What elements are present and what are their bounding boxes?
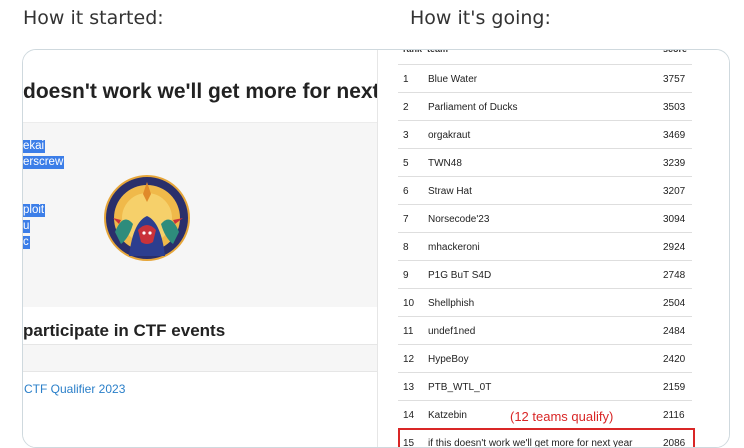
rank-cell: 13 (403, 382, 415, 393)
event-link[interactable]: CTF Qualifier 2023 (24, 382, 125, 396)
team-cell: orgakraut (428, 130, 471, 141)
selected-member-text: c (23, 236, 30, 249)
scoreboard-row: 8 mhackeroni 2924 (398, 232, 692, 260)
team-cell: Straw Hat (428, 186, 472, 197)
score-cell: 3503 (663, 102, 686, 113)
scoreboard-row: 6 Straw Hat 3207 (398, 176, 692, 204)
team-cell: Shellphish (428, 298, 475, 309)
qualify-annotation: (12 teams qualify) (510, 409, 614, 424)
team-profile-screenshot: doesn't work we'll get more for next eka… (23, 50, 377, 447)
rank-cell: 2 (403, 102, 409, 113)
scoreboard-row: 2 Parliament of Ducks 3503 (398, 92, 692, 120)
rank-cell: 12 (403, 354, 415, 365)
team-name-title: doesn't work we'll get more for next (23, 80, 377, 103)
scoreboard-row: 10 Shellphish 2504 (398, 288, 692, 316)
score-cell: 2504 (663, 298, 686, 309)
team-cell: HypeBoy (428, 354, 469, 365)
score-column-header: score (663, 50, 687, 54)
scoreboard-row: 13 PTB_WTL_0T 2159 (398, 372, 692, 400)
highlight-box (398, 428, 695, 447)
participate-heading: participate in CTF events (23, 321, 226, 340)
team-cell: PTB_WTL_0T (428, 382, 492, 393)
rank-cell: 10 (403, 298, 415, 309)
team-cell: TWN48 (428, 158, 462, 169)
team-cell: Norsecode'23 (428, 214, 490, 225)
score-cell: 2924 (663, 242, 686, 253)
selected-member-text: ploit (23, 204, 46, 217)
rank-cell: 8 (403, 242, 409, 253)
scoreboard-screenshot: rank team score 1 Blue Water 3757 2 Parl… (377, 50, 729, 447)
rank-cell: 9 (403, 270, 409, 281)
scoreboard-row: 9 P1G BuT S4D 2748 (398, 260, 692, 288)
selected-member-text: ekai (23, 140, 46, 153)
score-cell: 3757 (663, 74, 686, 85)
score-cell: 3094 (663, 214, 686, 225)
profile-band (23, 122, 377, 307)
rank-cell: 7 (403, 214, 409, 225)
rank-cell: 14 (403, 410, 415, 421)
team-column-header: team (427, 50, 448, 54)
rank-cell: 11 (403, 326, 414, 337)
team-avatar-logo (104, 175, 190, 261)
rank-cell: 1 (403, 74, 409, 85)
scoreboard-row: 3 orgakraut 3469 (398, 120, 692, 148)
events-header-strip (23, 344, 377, 372)
team-cell: Blue Water (428, 74, 478, 85)
score-cell: 2116 (663, 410, 685, 421)
rank-cell: 6 (403, 186, 409, 197)
rank-cell: 5 (403, 158, 409, 169)
score-cell: 3239 (663, 158, 686, 169)
score-cell: 3469 (663, 130, 686, 141)
score-cell: 2484 (663, 326, 686, 337)
score-cell: 2159 (663, 382, 686, 393)
score-cell: 2748 (663, 270, 686, 281)
selected-member-text: erscrew (23, 156, 65, 169)
scoreboard-row: 1 Blue Water 3757 (398, 64, 692, 92)
scoreboard-row: 12 HypeBoy 2420 (398, 344, 692, 372)
team-cell: undef1ned (428, 326, 476, 337)
team-cell: P1G BuT S4D (428, 270, 492, 281)
team-cell: Parliament of Ducks (428, 102, 518, 113)
scoreboard-row: 7 Norsecode'23 3094 (398, 204, 692, 232)
rank-cell: 3 (403, 130, 409, 141)
scoreboard-row: 11 undef1ned 2484 (398, 316, 692, 344)
scoreboard-row: 5 TWN48 3239 (398, 148, 692, 176)
post-media: How it started: How it's going: doesn't … (0, 0, 744, 448)
score-cell: 2420 (663, 354, 686, 365)
selected-member-text: u (23, 220, 31, 233)
team-cell: mhackeroni (428, 242, 480, 253)
rank-column-header: rank (403, 50, 422, 54)
team-cell: Katzebin (428, 410, 467, 421)
score-cell: 3207 (663, 186, 686, 197)
caption-how-its-going: How it's going: (410, 7, 551, 29)
caption-how-it-started: How it started: (23, 7, 164, 29)
image-frame[interactable]: doesn't work we'll get more for next eka… (22, 49, 730, 448)
